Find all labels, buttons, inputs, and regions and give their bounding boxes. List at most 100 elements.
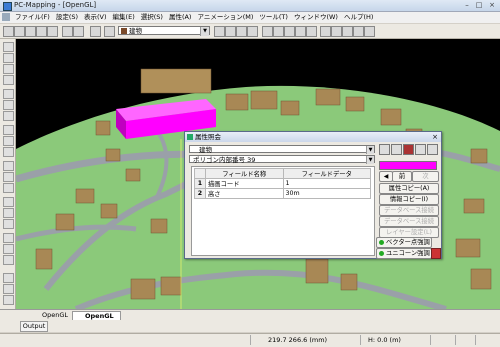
database-button-2[interactable]: データベース接続(B): [379, 216, 439, 234]
pointer-icon[interactable]: [3, 42, 14, 52]
chevron-down-icon[interactable]: ▼: [200, 27, 209, 36]
line-icon[interactable]: [3, 100, 14, 110]
menu-animation[interactable]: アニメーション(M): [194, 12, 256, 23]
tool-m-icon[interactable]: [353, 26, 364, 37]
tool-f-icon[interactable]: [273, 26, 284, 37]
dialog-title-bar[interactable]: 属性照会 ×: [185, 132, 441, 142]
undo-icon[interactable]: [90, 26, 101, 37]
unicorn-highlight-button[interactable]: ユニコーン強調: [376, 248, 432, 259]
vector-highlight-button[interactable]: ベクター点強調: [376, 237, 432, 248]
row-number: 1: [194, 178, 206, 189]
layer-icon[interactable]: [104, 26, 115, 37]
layer-tool-icon[interactable]: [62, 26, 73, 37]
tool-n-icon[interactable]: [364, 26, 375, 37]
node-icon[interactable]: [3, 197, 14, 207]
tool-1-icon[interactable]: [379, 144, 390, 155]
table-row[interactable]: 2 高さ 30m: [194, 188, 371, 199]
tab-opengl-1[interactable]: OpenGL: [30, 311, 74, 320]
menu-attribute[interactable]: 属性(A): [166, 12, 195, 23]
point-icon[interactable]: [3, 89, 14, 99]
close-dialog-icon[interactable]: [431, 248, 441, 259]
scissors-icon[interactable]: [73, 26, 84, 37]
minimize-button[interactable]: –: [462, 1, 472, 9]
print-icon[interactable]: [427, 144, 438, 155]
attribute-copy-button[interactable]: 属性コピー(A): [379, 183, 439, 194]
tool-d-icon[interactable]: [247, 26, 258, 37]
chevron-down-icon[interactable]: ▼: [366, 146, 374, 154]
field-name[interactable]: 描画コード: [205, 178, 284, 189]
zoom-in-icon[interactable]: [3, 53, 14, 63]
dialog-layer-select[interactable]: 建物 ▼: [189, 145, 375, 154]
tool-3-icon[interactable]: [403, 144, 414, 155]
grid-icon[interactable]: [3, 273, 14, 283]
move-icon[interactable]: [3, 172, 14, 182]
info-copy-button[interactable]: 情報コピー(I): [379, 194, 439, 205]
app-icon: [3, 2, 12, 11]
tool-j-icon[interactable]: [320, 26, 331, 37]
tool-4-icon[interactable]: [415, 144, 426, 155]
open-folder-icon[interactable]: [14, 26, 25, 37]
new-file-icon[interactable]: [3, 26, 14, 37]
menu-window[interactable]: ウィンドウ(W): [291, 12, 341, 23]
tool-c-icon[interactable]: [236, 26, 247, 37]
dialog-icon: [187, 134, 193, 140]
delete-icon[interactable]: [3, 233, 14, 243]
vector-dot-icon: [379, 239, 384, 245]
building: [75, 188, 95, 204]
prev-arrow-icon[interactable]: ◀: [379, 171, 393, 182]
tool-i-icon[interactable]: [306, 26, 317, 37]
layer-select[interactable]: 建物 ▼: [118, 26, 210, 36]
database-button-1[interactable]: データベース接続(D): [379, 205, 439, 223]
menu-settings[interactable]: 設定(S): [53, 12, 81, 23]
camera-icon[interactable]: [3, 284, 14, 294]
tool-e-icon[interactable]: [262, 26, 273, 37]
color-swatch[interactable]: [379, 161, 437, 170]
tool-b-icon[interactable]: [225, 26, 236, 37]
rect-icon[interactable]: [3, 125, 14, 135]
toolbar: 建物 ▼: [0, 24, 500, 39]
polygon-icon[interactable]: [3, 111, 14, 121]
menu-help[interactable]: ヘルプ(H): [341, 12, 376, 23]
close-button[interactable]: ×: [486, 1, 498, 9]
chevron-down-icon[interactable]: ▼: [366, 156, 374, 164]
attribute-dialog: 属性照会 × 建物 ▼ ポリゴン内部番号 39 ▼ フィールド名称 フィールドデ…: [184, 131, 442, 259]
close-icon[interactable]: ×: [432, 132, 438, 142]
circle-icon[interactable]: [3, 136, 14, 146]
output-bar: Output: [0, 320, 500, 332]
tool-k-icon[interactable]: [331, 26, 342, 37]
tool-2-icon[interactable]: [391, 144, 402, 155]
light-icon[interactable]: [3, 295, 14, 305]
save-icon[interactable]: [25, 26, 36, 37]
rotate-icon[interactable]: [3, 183, 14, 193]
table-row[interactable]: 1 描画コード 1: [194, 178, 371, 189]
tool-a-icon[interactable]: [214, 26, 225, 37]
split-icon[interactable]: [3, 208, 14, 218]
field-data[interactable]: 1: [282, 178, 371, 189]
menu-select[interactable]: 選択(S): [138, 12, 166, 23]
menu-file[interactable]: ファイル(F): [12, 12, 53, 23]
field-data[interactable]: 30m: [282, 188, 371, 199]
copy-icon[interactable]: [3, 244, 14, 254]
menu-edit[interactable]: 編集(E): [110, 12, 138, 23]
attribute-table: フィールド名称 フィールドデータ 1 描画コード 1 2 高さ 30m: [194, 168, 371, 199]
field-name[interactable]: 高さ: [205, 188, 284, 199]
tool-g-icon[interactable]: [284, 26, 295, 37]
tool-l-icon[interactable]: [342, 26, 353, 37]
pan-icon[interactable]: [3, 75, 14, 85]
text-icon[interactable]: [3, 147, 14, 157]
save-as-icon[interactable]: [36, 26, 47, 37]
menu-view[interactable]: 表示(V): [81, 12, 110, 23]
polygon-select[interactable]: ポリゴン内部番号 39 ▼: [189, 155, 375, 164]
print-icon[interactable]: [47, 26, 58, 37]
paste-icon[interactable]: [3, 255, 14, 265]
next-button[interactable]: 次: [412, 171, 439, 182]
menu-bar: ファイル(F) 設定(S) 表示(V) 編集(E) 選択(S) 属性(A) アニメーション(…: [0, 12, 500, 23]
tool-h-icon[interactable]: [295, 26, 306, 37]
merge-icon[interactable]: [3, 219, 14, 229]
zoom-out-icon[interactable]: [3, 64, 14, 74]
prev-button[interactable]: 前: [392, 171, 412, 182]
maximize-button[interactable]: □: [474, 1, 484, 9]
menu-tools[interactable]: ツール(T): [256, 12, 291, 23]
output-button[interactable]: Output: [20, 321, 48, 332]
measure-icon[interactable]: [3, 161, 14, 171]
